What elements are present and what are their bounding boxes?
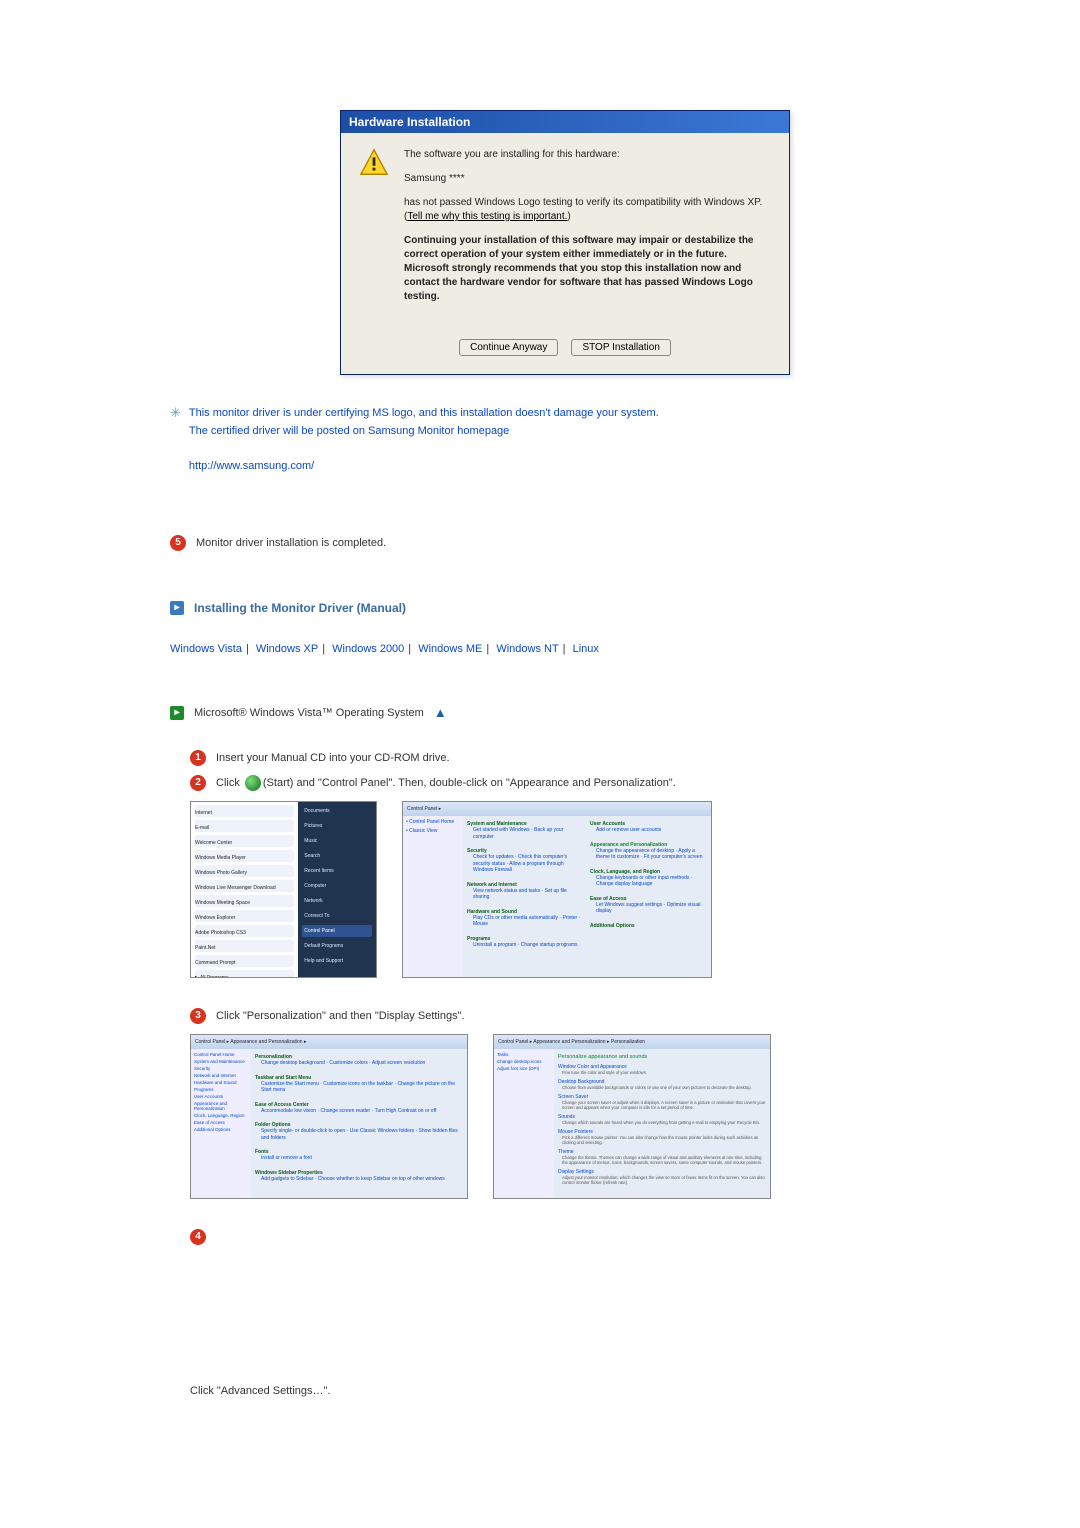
start-menu-right-item: Computer: [302, 880, 372, 892]
section-title: Installing the Monitor Driver (Manual): [194, 601, 406, 615]
start-menu-item: E-mail: [195, 820, 294, 832]
vista-step3: Click "Personalization" and then "Displa…: [216, 1010, 465, 1022]
start-menu-right-item: Network: [302, 895, 372, 907]
start-menu-item: Command Prompt: [195, 955, 294, 967]
start-menu-right-item: Pictures: [302, 820, 372, 832]
dialog-line1: The software you are installing for this…: [404, 148, 771, 162]
step-3-number: 3: [190, 1008, 206, 1024]
os-link-linux[interactable]: Linux: [573, 643, 599, 655]
start-menu-right-item: Help and Support: [302, 955, 372, 967]
os-link-nt[interactable]: Windows NT: [496, 643, 558, 655]
os-link-me[interactable]: Windows ME: [418, 643, 482, 655]
os-links: Windows Vista| Windows XP| Windows 2000|…: [170, 643, 960, 655]
vista-step1: Insert your Manual CD into your CD-ROM d…: [216, 750, 960, 767]
start-menu-item: Welcome Center: [195, 835, 294, 847]
dialog-device: Samsung ****: [404, 172, 771, 186]
start-menu-item: Adobe Photoshop CS3: [195, 925, 294, 937]
start-menu-right-item: Music: [302, 835, 372, 847]
step-5-number: 5: [170, 535, 186, 551]
stop-installation-button[interactable]: STOP Installation: [571, 339, 670, 356]
step-2-number: 2: [190, 775, 206, 791]
section-arrow-icon: ▸: [170, 601, 184, 615]
dialog-warning-text: Continuing your installation of this sof…: [404, 234, 771, 304]
start-menu-item: Windows Meeting Space: [195, 895, 294, 907]
item-arrow-icon: ▸: [170, 706, 184, 720]
os-link-vista[interactable]: Windows Vista: [170, 643, 242, 655]
vista-step2: Click (Start) and "Control Panel". Then,…: [216, 775, 960, 792]
start-menu-right-item: Control Panel: [302, 925, 372, 937]
certify-note: This monitor driver is under certifying …: [189, 405, 659, 475]
os-link-2000[interactable]: Windows 2000: [332, 643, 404, 655]
step-1-number: 1: [190, 750, 206, 766]
start-menu-item: Internet: [195, 805, 294, 817]
info-icon: ✳: [170, 405, 181, 421]
samsung-link[interactable]: http://www.samsung.com/: [189, 460, 314, 472]
up-arrow-icon: ▲: [434, 705, 447, 720]
start-menu-item: Paint.Net: [195, 940, 294, 952]
step-done-text: Monitor driver installation is completed…: [196, 537, 386, 549]
vista-lead-text: Microsoft® Windows Vista™ Operating Syst…: [194, 707, 424, 719]
step-4-number: 4: [190, 1229, 206, 1245]
start-menu-item: Windows Photo Gallery: [195, 865, 294, 877]
continue-anyway-button[interactable]: Continue Anyway: [459, 339, 558, 356]
start-menu-right-item: Search: [302, 850, 372, 862]
screenshot-appearance-panel: Control Panel ▸ Appearance and Personali…: [190, 1034, 468, 1199]
vista-step4: Click "Advanced Settings…".: [190, 1385, 960, 1397]
start-menu-item: Windows Live Messenger Download: [195, 880, 294, 892]
start-menu-item: Windows Media Player: [195, 850, 294, 862]
start-menu-right-item: Documents: [302, 805, 372, 817]
dialog-title: Hardware Installation: [341, 111, 789, 133]
start-menu-item: Windows Explorer: [195, 910, 294, 922]
start-menu-right-item: Recent Items: [302, 865, 372, 877]
warning-icon: [359, 148, 389, 178]
hardware-installation-dialog: Hardware Installation The software you a…: [340, 110, 790, 375]
start-orb-icon: [245, 775, 261, 791]
os-link-xp[interactable]: Windows XP: [256, 643, 318, 655]
tell-me-link[interactable]: Tell me why this testing is important.: [407, 211, 567, 222]
screenshot-start-menu: Internet E-mail Welcome Center Windows Medi…: [190, 801, 377, 978]
start-menu-right-item: Connect To: [302, 910, 372, 922]
screenshot-control-panel: Control Panel ▸ • Control Panel Home• Cl…: [402, 801, 712, 978]
dialog-logo-test: has not passed Windows Logo testing to v…: [404, 196, 771, 224]
start-menu-right-item: Default Programs: [302, 940, 372, 952]
screenshot-personalization-panel: Control Panel ▸ Appearance and Personali…: [493, 1034, 771, 1199]
